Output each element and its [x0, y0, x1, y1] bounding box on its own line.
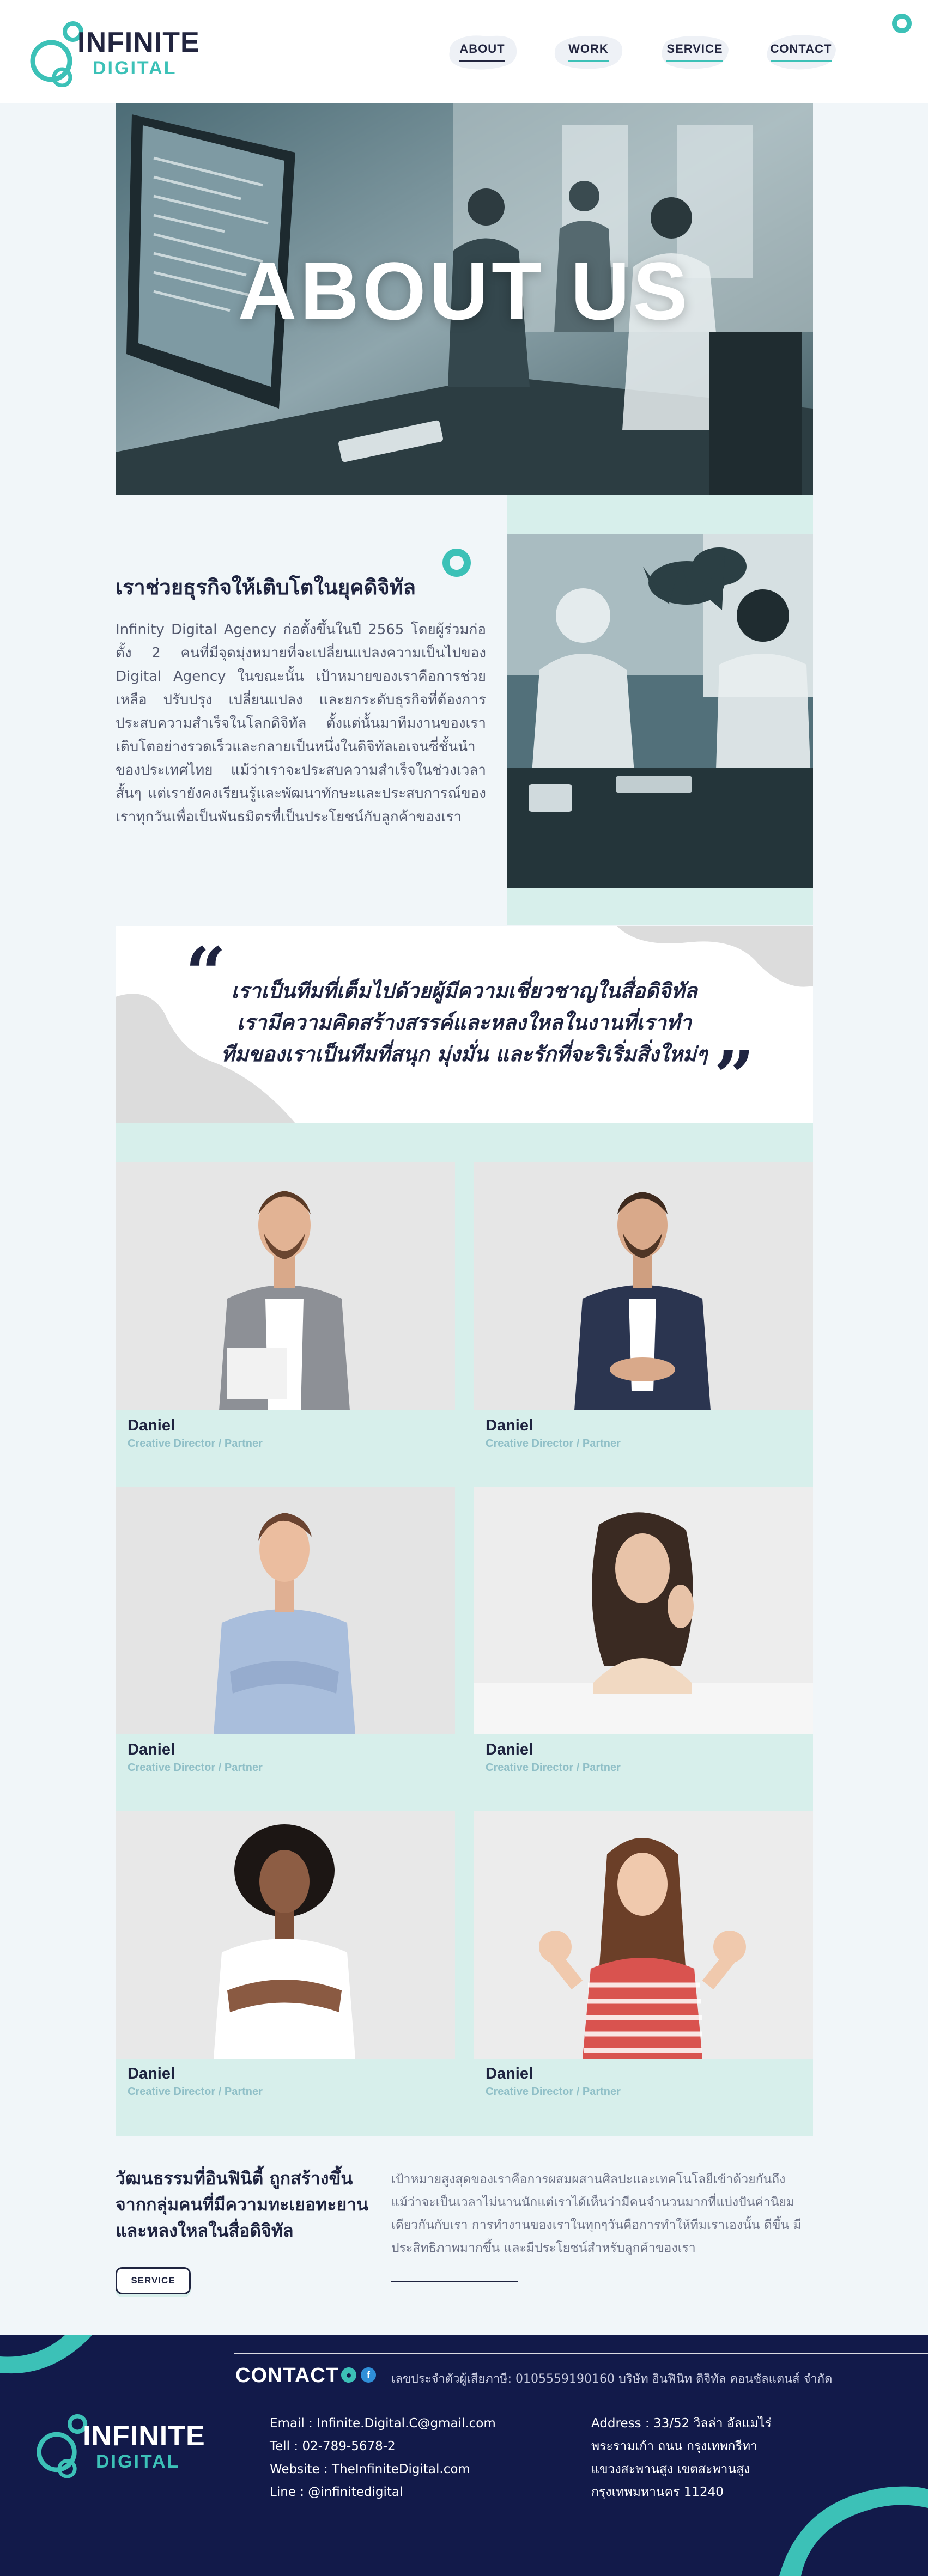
- address-line: กรุงเทพมหานคร 11240: [591, 2485, 724, 2499]
- member-role: Creative Director / Partner: [128, 1438, 263, 1450]
- nav-work-label: WORK: [568, 42, 609, 62]
- company-registration: เลขประจำตัวผู้เสียภาษี: 0105559190160 บร…: [391, 2372, 833, 2386]
- quote-line: ทีมของเราเป็นทีมที่สนุก มุ่งมั่น และรักท…: [221, 1042, 708, 1066]
- member-name: Daniel: [128, 1741, 175, 1758]
- team-member-card[interactable]: Daniel Creative Director / Partner: [116, 1811, 455, 2136]
- footer-email[interactable]: Email : Infinite.Digital.C@gmail.com: [270, 2412, 496, 2435]
- facebook-icon[interactable]: f: [361, 2367, 376, 2383]
- about-heading: เราช่วยธุรกิจให้เติบโตในยุคดิจิทัล: [116, 575, 416, 599]
- member-photo: [116, 1487, 455, 1734]
- culture-title: วัฒนธรรมที่อินฟินิตี้ ถูกสร้างขึ้นจากกลุ…: [116, 2168, 369, 2241]
- member-name: Daniel: [128, 1417, 175, 1434]
- decor-ring-icon: [892, 14, 912, 33]
- contact-title: CONTACT: [235, 2364, 339, 2387]
- quote-line: เราเป็นทีมที่เต็มไปด้วยผู้มีความเชี่ยวชา…: [231, 979, 697, 1003]
- quote-text: เราเป็นทีมที่เต็มไปด้วยผู้มีความเชี่ยวชา…: [116, 975, 813, 1070]
- footer-phone[interactable]: Tell : 02-789-5678-2: [270, 2435, 496, 2458]
- logo-wordmark: INFINITE: [77, 27, 200, 58]
- address-line: Address : 33/52 วิลล่า อัลแมไร่: [591, 2416, 772, 2431]
- nav-about[interactable]: ABOUT: [444, 30, 520, 74]
- team-member-card[interactable]: Daniel Creative Director / Partner: [474, 1811, 813, 2136]
- nav-contact-label: CONTACT: [770, 42, 832, 62]
- footer-contact-info: Email : Infinite.Digital.C@gmail.com Tel…: [270, 2412, 496, 2504]
- member-photo: [116, 1811, 455, 2059]
- team-member-card[interactable]: Daniel Creative Director / Partner: [116, 1162, 455, 1488]
- nav-work[interactable]: WORK: [550, 30, 627, 74]
- address-line: แขวงสะพานสูง เขตสะพานสูง: [591, 2462, 750, 2476]
- address-line: พระรามเก้า ถนน กรุงเทพกรีทา: [591, 2439, 758, 2453]
- member-photo: [474, 1811, 813, 2059]
- member-name: Daniel: [486, 1741, 533, 1758]
- nav-service[interactable]: SERVICE: [657, 30, 733, 74]
- quote-line: เรามีความคิดสร้างสรรค์และหลงใหลในงานที่เ…: [236, 1010, 692, 1034]
- member-photo: [474, 1162, 813, 1410]
- member-name: Daniel: [486, 2065, 533, 2082]
- logo-tagline: DIGITAL: [96, 2451, 180, 2472]
- hero-banner: ABOUT US: [116, 103, 813, 495]
- footer-address: Address : 33/52 วิลล่า อัลแมไร่ พระรามเก…: [591, 2412, 772, 2504]
- team-member-card[interactable]: Daniel Creative Director / Partner: [474, 1487, 813, 1812]
- main-nav: ABOUT WORK SERVICE CONTACT: [444, 30, 839, 74]
- member-role: Creative Director / Partner: [486, 1438, 621, 1450]
- logo-rings-icon: [37, 2414, 88, 2478]
- footer-website[interactable]: Website : TheInfiniteDigital.com: [270, 2458, 496, 2481]
- member-role: Creative Director / Partner: [128, 2086, 263, 2098]
- culture-body: เป้าหมายสูงสุดของเราคือการผสมผสานศิลปะแล…: [391, 2172, 802, 2255]
- nav-contact[interactable]: CONTACT: [763, 30, 839, 74]
- footer-divider: [234, 2353, 928, 2354]
- member-role: Creative Director / Partner: [486, 1762, 621, 1774]
- service-button[interactable]: SERVICE: [116, 2267, 191, 2294]
- quote-close-mark: ”: [714, 1035, 755, 1118]
- logo-tagline: DIGITAL: [93, 58, 177, 78]
- member-name: Daniel: [486, 1417, 533, 1434]
- nav-service-label: SERVICE: [666, 42, 723, 62]
- nav-about-label: ABOUT: [459, 42, 505, 62]
- footer-logo[interactable]: INFINITE DIGITAL: [35, 2408, 220, 2484]
- footer-line-id[interactable]: Line : @infinitedigital: [270, 2481, 496, 2504]
- member-photo: [116, 1162, 455, 1410]
- decor-ring-icon: [442, 549, 471, 577]
- social-icons: ● f: [341, 2367, 376, 2383]
- about-body: Infinity Digital Agency ก่อตั้งขึ้นในปี …: [116, 622, 486, 825]
- member-role: Creative Director / Partner: [128, 1762, 263, 1774]
- site-header: INFINITE DIGITAL ABOUT WORK SERVICE CONT…: [0, 0, 928, 103]
- brand-logo[interactable]: INFINITE DIGITAL: [28, 16, 208, 87]
- about-team-photo: [507, 534, 813, 888]
- hero-title: ABOUT US: [238, 245, 691, 337]
- team-member-card[interactable]: Daniel Creative Director / Partner: [474, 1162, 813, 1488]
- team-member-card[interactable]: Daniel Creative Director / Partner: [116, 1487, 455, 1812]
- divider: [391, 2281, 518, 2282]
- line-icon[interactable]: ●: [341, 2367, 356, 2383]
- member-name: Daniel: [128, 2065, 175, 2082]
- member-photo: [474, 1487, 813, 1734]
- logo-wordmark: INFINITE: [83, 2420, 205, 2452]
- member-role: Creative Director / Partner: [486, 2086, 621, 2098]
